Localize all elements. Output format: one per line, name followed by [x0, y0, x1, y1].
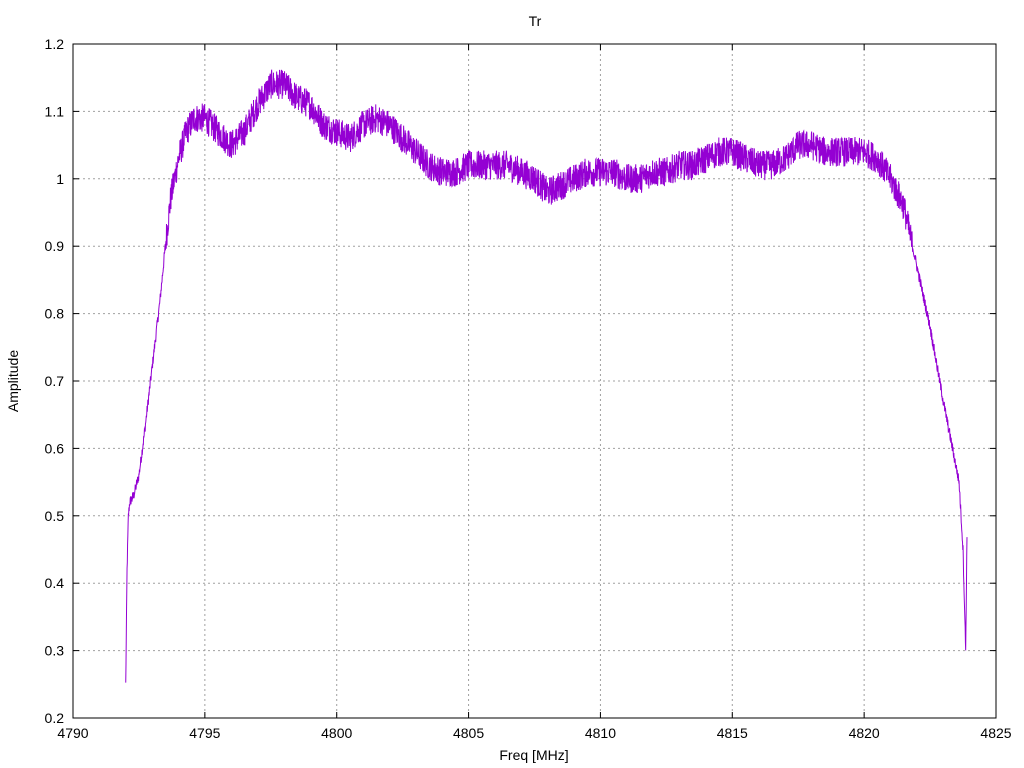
x-tick-label: 4820: [849, 725, 880, 741]
y-tick-labels: 0.2 0.3 0.4 0.5 0.6 0.7 0.8 0.9 1 1.1 1.2: [45, 36, 65, 726]
x-tick-label: 4805: [453, 725, 484, 741]
x-tick-label: 4810: [585, 725, 616, 741]
y-tick-label: 0.5: [45, 508, 65, 524]
y-tick-label: 0.2: [45, 710, 65, 726]
x-axis-label: Freq [MHz]: [499, 747, 568, 763]
x-tick-label: 4800: [321, 725, 352, 741]
y-tick-label: 0.7: [45, 373, 65, 389]
y-axis-label: Amplitude: [5, 350, 21, 412]
series-layer: [125, 69, 968, 683]
y-tick-label: 0.9: [45, 238, 65, 254]
x-tick-label: 4790: [57, 725, 88, 741]
x-tick-label: 4795: [189, 725, 220, 741]
y-tick-label: 0.3: [45, 643, 65, 659]
y-tick-label: 0.4: [45, 575, 65, 591]
y-tick-label: 0.6: [45, 440, 65, 456]
y-tick-label: 1.2: [45, 36, 65, 52]
chart-title: Tr: [529, 13, 542, 29]
y-tick-label: 1.1: [45, 103, 65, 119]
y-tick-label: 0.8: [45, 306, 65, 322]
x-tick-labels: 4790 4795 4800 4805 4810 4815 4820 4825: [57, 725, 1011, 741]
series-line: [125, 69, 968, 683]
x-tick-label: 4825: [980, 725, 1011, 741]
y-tick-label: 1: [56, 171, 64, 187]
x-tick-label: 4815: [717, 725, 748, 741]
chart-canvas: Tr 4790 4795 4800 4805 4810 4815 4820 4825 0.20…: [5, 13, 1012, 763]
